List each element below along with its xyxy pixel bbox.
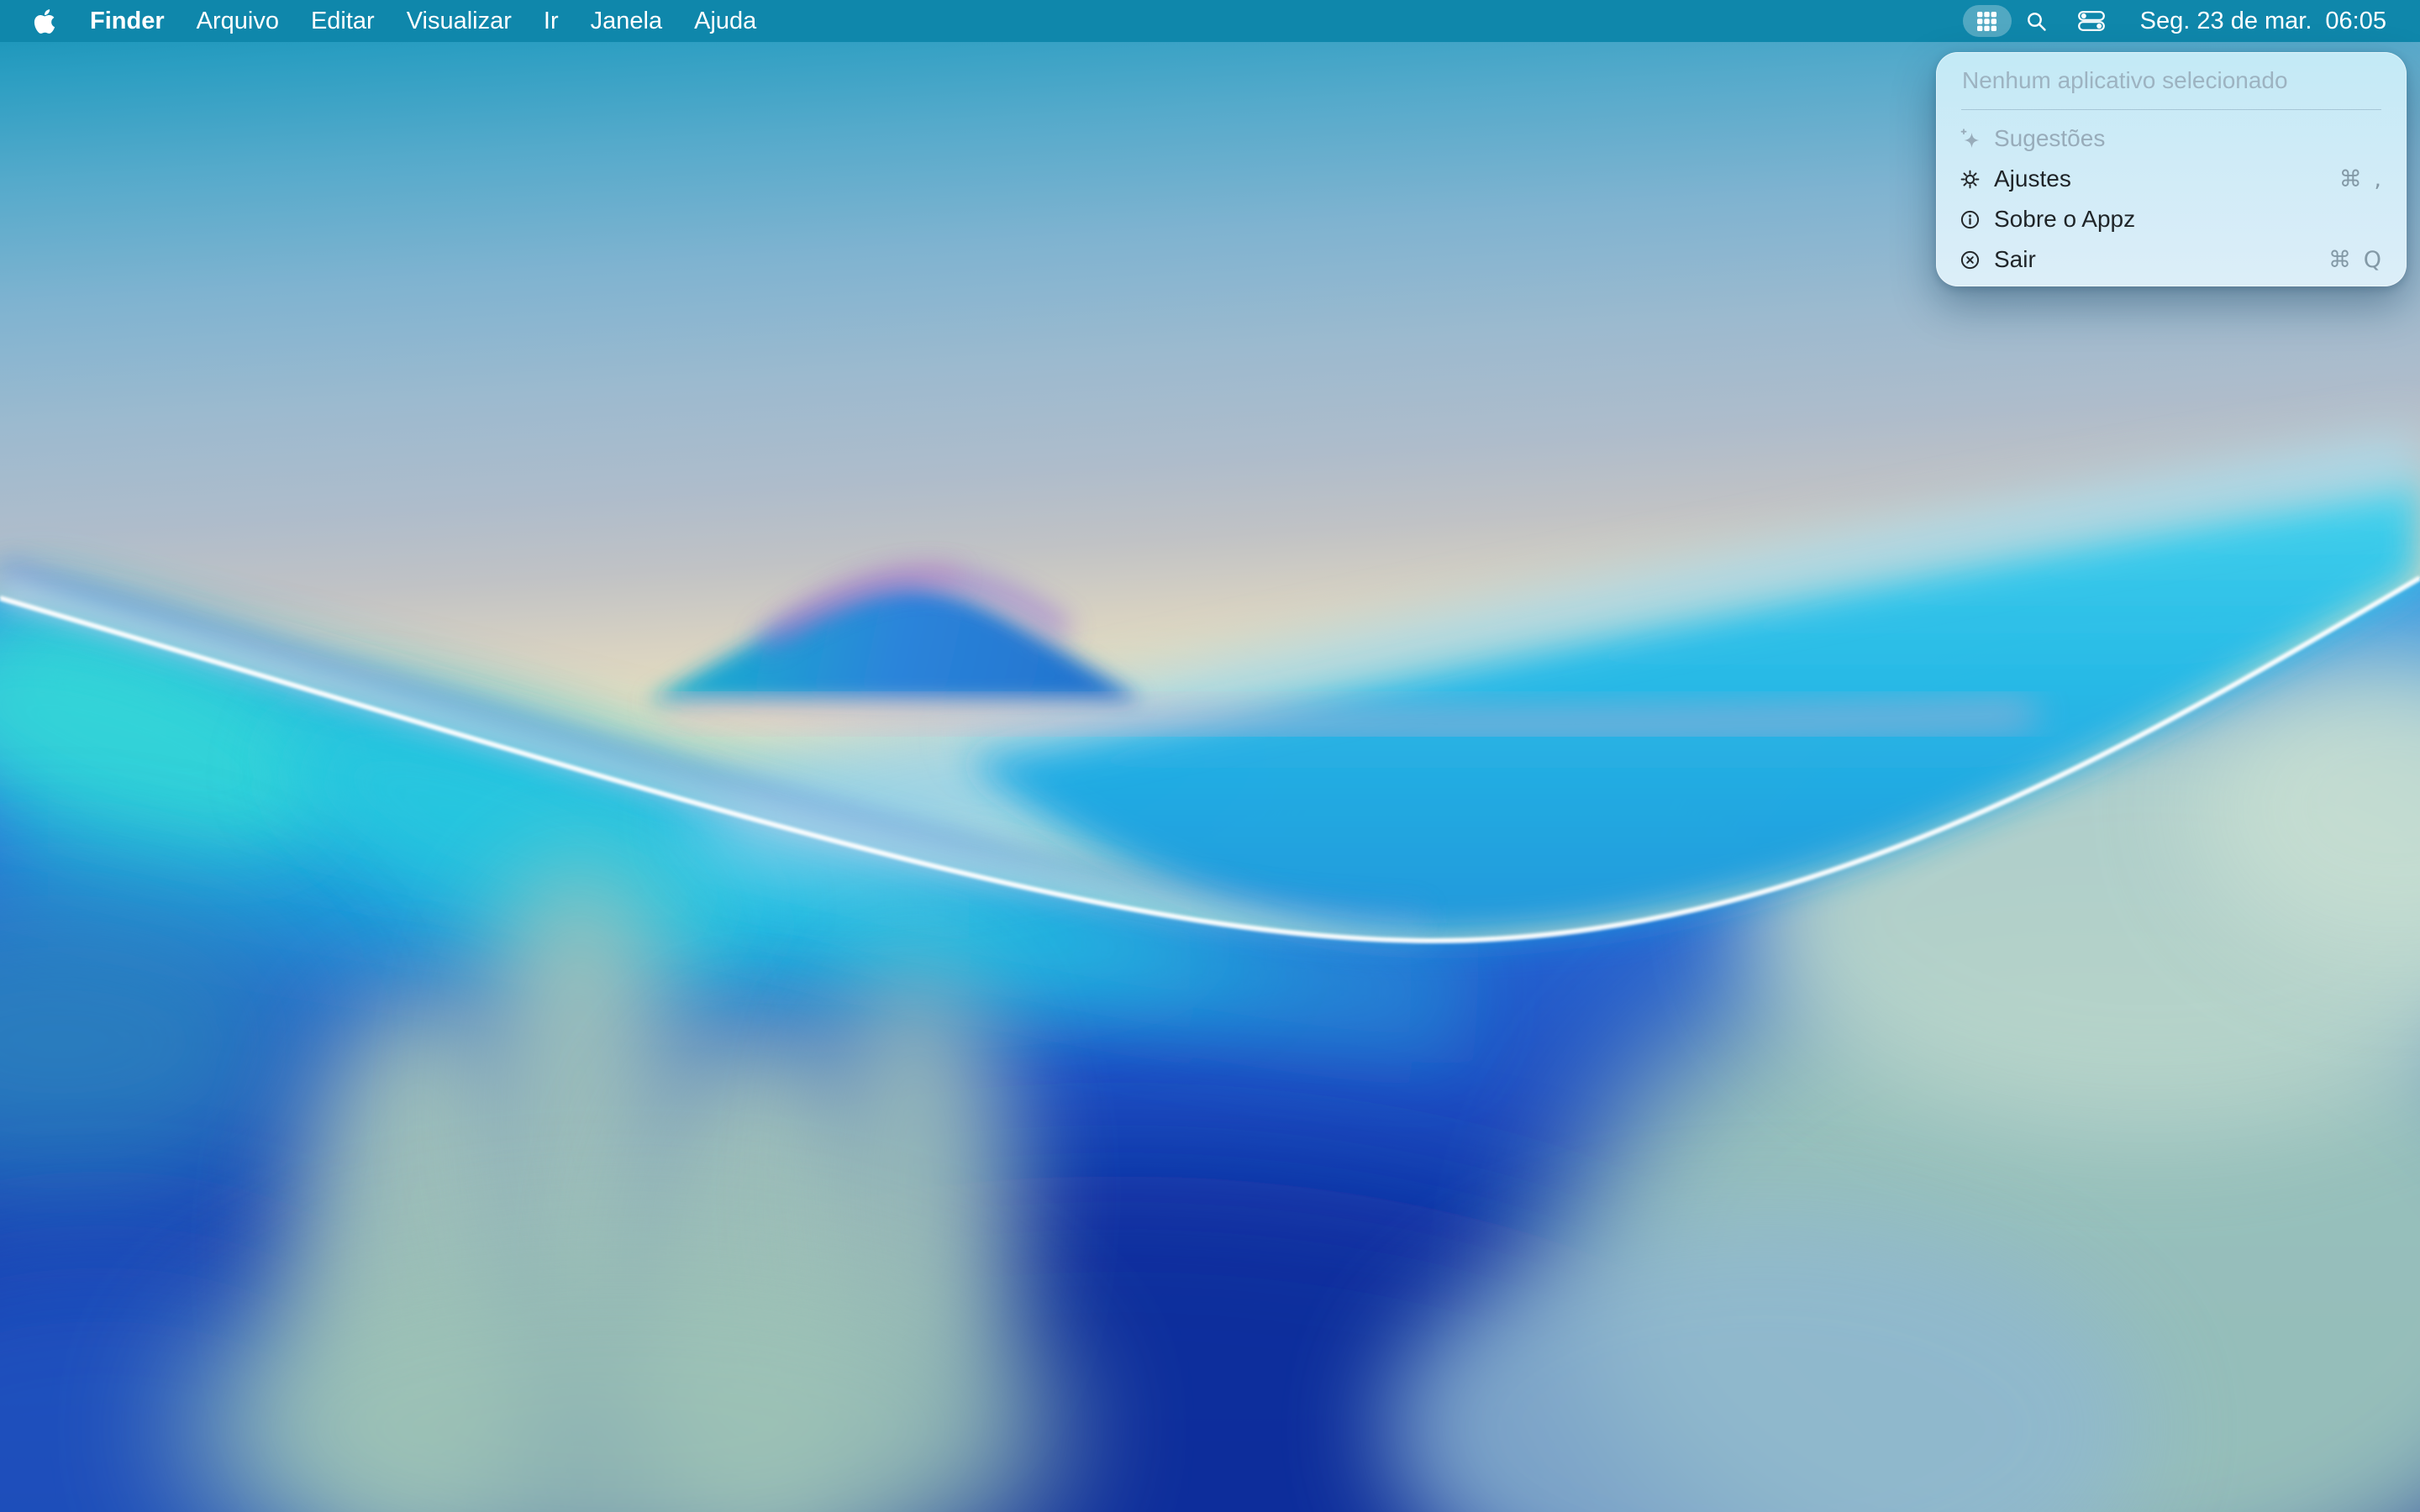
- menu-bar-item-ir[interactable]: Ir: [528, 0, 575, 42]
- desktop: Finder Arquivo Editar Visualizar Ir Jane…: [0, 0, 2420, 1512]
- info-icon: [1959, 208, 1981, 231]
- menu-bar-item-visualizar[interactable]: Visualizar: [391, 0, 528, 42]
- menu-item-shortcut: ⌘ Q: [2328, 246, 2384, 273]
- app-grid-dropdown-menu: Nenhum aplicativo selecionado Sugestões: [1936, 52, 2407, 286]
- menu-bar-item-ajuda[interactable]: Ajuda: [678, 0, 772, 42]
- menu-item-ajustes[interactable]: Ajustes ⌘ ,: [1936, 159, 2407, 199]
- menu-item-label: Sugestões: [1994, 125, 2106, 151]
- gear-icon: [1959, 168, 1981, 191]
- spotlight-search-button[interactable]: [2025, 10, 2048, 33]
- menu-bar: Finder Arquivo Editar Visualizar Ir Jane…: [0, 0, 2420, 42]
- menu-bar-left: Finder Arquivo Editar Visualizar Ir Jane…: [15, 0, 772, 42]
- app-grid-menu-button[interactable]: [1962, 5, 2012, 37]
- menu-item-shortcut: ⌘ ,: [2338, 165, 2384, 192]
- menu-item-label: Sobre o Appz: [1994, 206, 2136, 232]
- quit-icon: [1959, 249, 1981, 271]
- menu-bar-item-label: Visualizar: [406, 7, 512, 34]
- menu-bar-item-label: Ajuda: [694, 7, 757, 34]
- search-icon: [2025, 10, 2048, 33]
- menu-bar-item-label: Janela: [590, 7, 663, 34]
- menu-bar-item-label: Arquivo: [196, 7, 279, 34]
- menu-bar-clock-time[interactable]: 06:05: [2325, 8, 2386, 35]
- menu-bar-item-label: Editar: [310, 7, 375, 34]
- app-grid-icon: [1975, 10, 1998, 33]
- control-center-button[interactable]: [2077, 11, 2105, 31]
- menu-item-label: Ajustes: [1994, 165, 2071, 192]
- apple-menu-button[interactable]: [15, 0, 74, 42]
- control-center-icon: [2077, 11, 2105, 31]
- menu-bar-item-janela[interactable]: Janela: [575, 0, 678, 42]
- menu-bar-item-finder[interactable]: Finder: [74, 0, 181, 42]
- menu-items: Sugestões Ajustes ⌘ , Sobre o Appz Sair …: [1936, 110, 2407, 286]
- menu-item-sugestoes: Sugestões: [1936, 118, 2407, 159]
- menu-bar-clock-date[interactable]: Seg. 23 de mar.: [2140, 8, 2312, 35]
- menu-bar-item-arquivo[interactable]: Arquivo: [181, 0, 295, 42]
- apple-icon: [34, 8, 55, 35]
- menu-item-label: Sair: [1994, 246, 2036, 272]
- menu-item-sair[interactable]: Sair ⌘ Q: [1936, 239, 2407, 280]
- menu-item-sobre-o-appz[interactable]: Sobre o Appz: [1936, 199, 2407, 239]
- no-app-selected-header: Nenhum aplicativo selecionado: [1962, 67, 2288, 93]
- menu-bar-status-area: Seg. 23 de mar. 06:05: [1962, 0, 2386, 42]
- menu-bar-item-editar[interactable]: Editar: [295, 0, 391, 42]
- menu-bar-item-label: Ir: [543, 7, 559, 34]
- menu-bar-item-label: Finder: [90, 7, 165, 34]
- sparkle-icon: [1959, 128, 1981, 150]
